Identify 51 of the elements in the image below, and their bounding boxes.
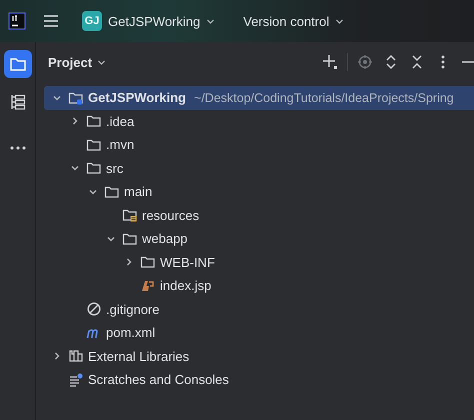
path-hint: ~/Desktop/CodingTutorials/IdeaProjects/Spring [194, 90, 454, 105]
project-switcher-menu[interactable]: GJ GetJSPWorking [76, 7, 222, 35]
tree-row[interactable]: pom.xml [44, 321, 474, 344]
tree-row[interactable]: resources [44, 204, 474, 227]
add-icon[interactable] [321, 53, 339, 71]
caret-icon [206, 16, 216, 26]
resources-folder-icon [122, 207, 138, 224]
tree-row[interactable]: index.jsp [44, 274, 474, 298]
locate-icon[interactable] [356, 53, 374, 71]
menu-icon[interactable] [42, 13, 60, 29]
tree-row[interactable]: GetJSPWorking ~/Desktop/CodingTutorials/IdeaProjects/Spring [44, 86, 474, 110]
libraries-icon [68, 348, 84, 364]
chevron-right-icon[interactable] [124, 257, 134, 268]
project-badge: GJ [82, 11, 102, 31]
node-label: src [106, 160, 124, 176]
version-control-menu[interactable]: Version control [237, 10, 350, 32]
node-label: index.jsp [160, 278, 212, 294]
panel-title-dropdown[interactable]: Project [46, 52, 108, 72]
caret-icon [97, 58, 106, 66]
tree-row[interactable]: src [44, 156, 474, 180]
tree-row[interactable]: WEB-INF [44, 250, 474, 274]
chevron-right-icon[interactable] [70, 116, 80, 126]
tree-row[interactable]: webapp [44, 227, 474, 250]
node-label: main [124, 184, 152, 200]
folder-icon [86, 160, 102, 176]
structure-icon [8, 93, 26, 111]
node-label: .mvn [106, 137, 134, 152]
scratches-icon [68, 372, 84, 388]
node-label: WEB-INF [160, 254, 215, 270]
node-label: webapp [142, 231, 188, 246]
more-icon [8, 145, 26, 151]
node-label: External Libraries [88, 348, 190, 364]
node-label: .gitignore [106, 302, 160, 317]
folder-icon [86, 113, 102, 130]
node-label: pom.xml [106, 325, 156, 340]
tree-row[interactable]: .idea [44, 110, 474, 133]
node-label: resources [142, 208, 200, 223]
project-tool-button[interactable] [4, 50, 32, 78]
tree-row[interactable]: .mvn [44, 133, 474, 156]
ignore-file-icon [86, 301, 102, 318]
app-logo-icon[interactable] [8, 12, 26, 30]
chevron-right-icon[interactable] [52, 351, 62, 362]
tree-row[interactable]: .gitignore [44, 298, 474, 321]
tree-row[interactable]: main [44, 180, 474, 204]
node-label: Scratches and Consoles [88, 372, 229, 388]
folder-icon [140, 254, 156, 270]
node-label: .idea [106, 114, 134, 129]
tree-row[interactable]: External Libraries [44, 344, 474, 368]
caret-icon [335, 16, 344, 26]
node-label: GetJSPWorking [88, 90, 186, 106]
tree-row[interactable]: Scratches and Consoles [44, 368, 474, 392]
